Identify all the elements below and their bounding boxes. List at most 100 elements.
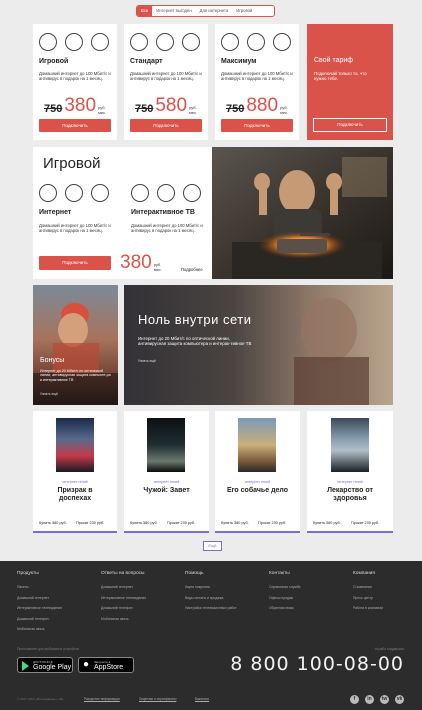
plan-card-gaming: Игровой Домашний интернет до 100 Мбит/с … — [33, 24, 117, 140]
movie-tag: интернет гений — [337, 480, 363, 484]
twitter-icon[interactable]: tw — [380, 695, 389, 704]
facebook-icon[interactable]: f — [350, 695, 359, 704]
vk-icon[interactable]: vk — [395, 695, 404, 704]
movie-title: Призрак в доспехах — [57, 487, 93, 502]
movie-buy-price[interactable]: Купить 380 руб. — [39, 521, 67, 525]
feature-icons — [130, 33, 200, 51]
connect-button[interactable]: Подключить — [39, 256, 111, 270]
movie-poster — [56, 418, 94, 472]
footer-link[interactable]: Мобильная связь — [101, 614, 146, 625]
movie-rent-price[interactable]: Прокат 230 руб. — [351, 521, 379, 525]
new-price: 580 — [155, 95, 188, 116]
movie-buy-price[interactable]: Купить 380 руб. — [313, 521, 341, 525]
footer-link[interactable]: О компании — [353, 582, 383, 593]
connect-button[interactable]: Подключить — [130, 119, 202, 132]
price-row: 750 580 руб. мес. — [135, 96, 197, 115]
price-row: 750 380 руб. мес. — [44, 96, 106, 115]
linkedin-icon[interactable]: in — [365, 695, 374, 704]
footer-link[interactable]: Обратная связь — [269, 603, 300, 614]
feature-circle-icon — [157, 184, 175, 202]
movie-rent-price[interactable]: Прокат 230 руб. — [167, 521, 195, 525]
google-play-button[interactable]: ДОСТУПНО В Google Play — [17, 657, 73, 673]
movie-title: Его собачье дело — [226, 487, 289, 494]
footer-link[interactable]: Справочная служба — [269, 582, 300, 593]
movie-card[interactable]: интернет гений Призрак в доспехах Купить… — [33, 411, 117, 533]
feature-circle-icon — [273, 33, 291, 51]
price-period: мес. — [280, 109, 289, 115]
new-price: 880 — [246, 95, 279, 116]
old-price: 750 — [135, 103, 154, 115]
price-period: мес. — [98, 109, 107, 115]
plan-description: Домашний интернет до 100 Мбит/с и антиви… — [221, 71, 293, 81]
movie-card[interactable]: интернет гений Лекарство от здоровья Куп… — [307, 411, 393, 533]
tab-gaming[interactable]: Игровой — [232, 6, 256, 16]
feature-circle-icon — [131, 184, 149, 202]
footer: Продукты Пакеты Домашний интернет Интера… — [0, 561, 422, 710]
footer-link[interactable]: Пресс-центр — [353, 593, 383, 604]
bonus-banner[interactable]: Бонусы Интернет до 20 Мбит/с по оптическ… — [33, 285, 118, 405]
footer-link[interactable]: Офисы продаж — [269, 593, 300, 604]
feature-circle-icon — [182, 33, 200, 51]
feature-circle-icon — [183, 184, 201, 202]
bonus-more-link[interactable]: Узнать ещё — [40, 392, 58, 396]
footer-link[interactable]: Работа в компании — [353, 603, 383, 614]
app-store-button[interactable]: ● Загрузите в AppStore — [78, 657, 134, 673]
bonus-title: Бонусы — [40, 357, 65, 364]
package-title: Игровой — [43, 155, 101, 172]
filter-tabs: Все Интернет выгоден Для интернета Игров… — [136, 5, 275, 17]
footer-link[interactable]: Домашний телефон — [17, 614, 62, 625]
vacancies-link[interactable]: Вакансии — [195, 697, 209, 701]
footer-link[interactable]: Виды оплаты и продажа — [185, 593, 237, 604]
movie-buy-price[interactable]: Купить 380 руб. — [221, 521, 249, 525]
footer-col-faq: Ответы на вопросы Домашний интернет Инте… — [101, 571, 146, 624]
footer-link[interactable]: Пакеты — [17, 582, 62, 593]
plan-description: Домашний интернет до 100 Мбит/с и антиви… — [130, 71, 202, 81]
gamer-illustration — [212, 147, 393, 279]
footer-link[interactable]: Мобильная связь — [17, 624, 62, 635]
footer-link[interactable]: Карта покрытия — [185, 582, 237, 593]
connect-button[interactable]: Подключить — [221, 119, 293, 132]
licenses-link[interactable]: Лицензии и сертификаты — [139, 697, 176, 701]
internet-feature-icons — [39, 184, 109, 202]
tab-for-internet[interactable]: Для интернета — [196, 6, 233, 16]
footer-col-title: Компания — [353, 571, 375, 576]
footer-link[interactable]: Настройка телевизионных работ — [185, 603, 237, 614]
zero-network-more-link[interactable]: Узнать ещё — [138, 359, 156, 363]
footer-link[interactable]: Интерактивное телевидение — [17, 603, 62, 614]
footer-col-company: Компания О компании Пресс-центр Работа в… — [353, 571, 383, 614]
tv-feature-icons — [131, 184, 201, 202]
footer-link[interactable]: Домашний телефон — [101, 603, 146, 614]
movie-card[interactable]: интернет гений Его собачье дело Купить 3… — [215, 411, 300, 533]
movie-rent-price[interactable]: Прокат 230 руб. — [258, 521, 286, 525]
movie-buy-price[interactable]: Купить 380 руб. — [130, 521, 158, 525]
movie-rent-price[interactable]: Прокат 230 руб. — [76, 521, 104, 525]
disclosure-link[interactable]: Раскрытие информации — [84, 697, 120, 701]
more-details-link[interactable]: Подробнее — [181, 267, 203, 272]
movie-tag: интернет гений — [244, 480, 271, 484]
zero-network-banner[interactable]: Ноль внутри сети Интернет до 20 Мбит/с п… — [124, 285, 393, 405]
footer-col-title: Помощь — [185, 571, 204, 576]
plan-name: Максимум — [221, 58, 257, 65]
connect-button[interactable]: Подключить — [39, 119, 111, 132]
movie-title: Чужой: Завет — [143, 487, 190, 494]
plan-card-standard: Стандарт Домашний интернет до 100 Мбит/с… — [124, 24, 208, 140]
feature-circle-icon — [247, 33, 265, 51]
feature-circle-icon — [130, 33, 148, 51]
footer-link[interactable]: Интерактивное телевидение — [101, 593, 146, 604]
own-plan-connect-button[interactable]: Подключить — [313, 118, 387, 132]
support-phone[interactable]: 8 800 100-08-00 — [230, 653, 404, 675]
feature-circle-icon — [39, 184, 57, 202]
footer-col-title: Ответы на вопросы — [101, 571, 145, 576]
movie-poster — [331, 418, 369, 472]
footer-link[interactable]: Домашний интернет — [101, 582, 146, 593]
footer-link[interactable]: Домашний интернет — [17, 593, 62, 604]
load-more-button[interactable]: Ещё — [203, 541, 222, 551]
tab-internet-profit[interactable]: Интернет выгоден — [152, 6, 195, 16]
plan-name: Стандарт — [130, 58, 163, 65]
price-row: 750 880 руб. мес. — [226, 96, 288, 115]
movie-card[interactable]: интернет гений Чужой: Завет Купить 380 р… — [124, 411, 209, 533]
price-period: мес. — [153, 266, 162, 272]
copyright: © 2017 ООО «Интерзнание», 18+ — [17, 697, 64, 701]
tab-all[interactable]: Все — [137, 6, 153, 16]
support-label: служба поддержки — [374, 647, 404, 651]
